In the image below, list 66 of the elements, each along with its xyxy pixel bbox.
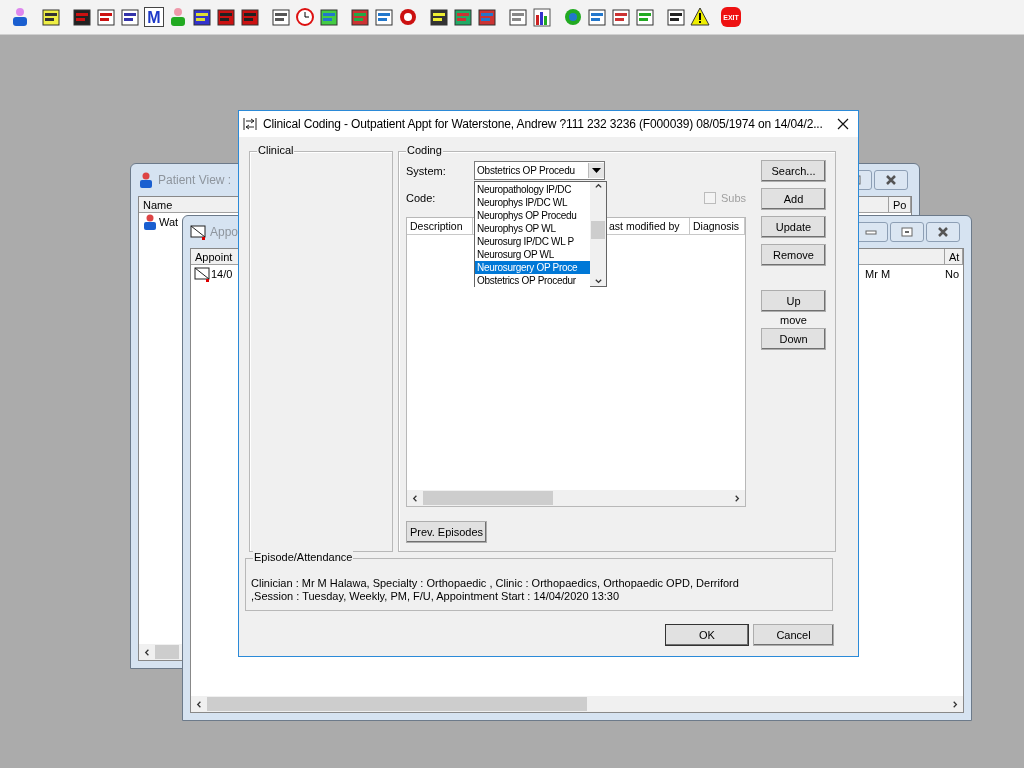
close-button[interactable] xyxy=(874,170,908,190)
group-label: Episode/Attendance xyxy=(253,551,354,563)
episode-details: Clinician : Mr M Halawa, Specialty : Orthopaedic , Clinic : Orthopaedics, Orthopaedic OPD, Derriford xyxy=(251,577,740,590)
checkbox-label: Subs xyxy=(720,192,746,205)
column-header[interactable]: ast modified by xyxy=(606,218,690,236)
dropdown-option[interactable]: Neurosurgery OP Proce xyxy=(475,261,590,274)
column-header[interactable]: Diagnosis xyxy=(690,218,745,236)
action-button[interactable]: Search... xyxy=(761,160,826,182)
restore-button[interactable] xyxy=(890,222,924,242)
close-icon xyxy=(937,227,949,237)
person-icon xyxy=(142,214,158,230)
table-cell-text: Mr M xyxy=(864,268,892,280)
column-header[interactable]: Description xyxy=(407,218,473,236)
action-button[interactable]: Add xyxy=(761,188,826,210)
prev-episodes-button[interactable]: Prev. Episodes xyxy=(406,521,487,543)
m-button[interactable]: M xyxy=(144,7,164,27)
group-label: Clinical xyxy=(257,144,295,156)
scroll-down-icon[interactable] xyxy=(593,277,603,286)
globe-icon[interactable] xyxy=(563,7,583,27)
disc-icon[interactable] xyxy=(398,7,418,27)
scroll-up-icon[interactable] xyxy=(593,182,603,191)
page-icon[interactable] xyxy=(508,7,528,27)
up-button[interactable]: Up xyxy=(761,290,826,312)
scroll-right-icon[interactable] xyxy=(732,493,742,503)
move-label: move xyxy=(779,314,808,326)
action-button[interactable]: Update xyxy=(761,216,826,238)
person-icon[interactable] xyxy=(10,7,30,27)
column-header[interactable]: At xyxy=(945,249,963,265)
clock-icon[interactable] xyxy=(295,7,315,27)
close-icon xyxy=(885,175,897,185)
person-icon xyxy=(138,172,154,188)
minimize-icon xyxy=(865,229,877,235)
close-icon[interactable] xyxy=(837,118,849,130)
table-cell-text: No xyxy=(945,268,961,280)
group-label: Coding xyxy=(406,144,443,156)
scrollbar-thumb[interactable] xyxy=(591,221,605,239)
window-title: Appo xyxy=(210,225,239,239)
scroll-left-icon[interactable] xyxy=(142,647,152,657)
table-cell: Wat xyxy=(159,216,179,228)
table-cell: 14/0 xyxy=(211,268,233,280)
document-icon[interactable] xyxy=(587,7,607,27)
document-icon[interactable] xyxy=(611,7,631,27)
scrollbar-thumb[interactable] xyxy=(155,645,179,659)
document-icon[interactable] xyxy=(374,7,394,27)
scrollbar-thumb[interactable] xyxy=(207,697,587,711)
episode-details: ,Session : Tuesday, Weekly, PM, F/U, Appointment Start : 14/04/2020 13:30 xyxy=(251,590,621,603)
cancel-button[interactable]: Cancel xyxy=(753,624,834,646)
down-button[interactable]: Down xyxy=(761,328,826,350)
document-icon[interactable] xyxy=(120,7,140,27)
scrollbar-thumb[interactable] xyxy=(423,491,553,505)
dropdown-option[interactable]: Obstetrics OP Procedur xyxy=(475,274,590,287)
action-button[interactable]: Remove xyxy=(761,244,826,266)
warning-icon[interactable] xyxy=(690,7,710,27)
caret-icon xyxy=(592,168,601,174)
bar-chart-icon[interactable] xyxy=(532,7,552,27)
column-header[interactable]: Po xyxy=(889,197,911,213)
dialog-title: Clinical Coding - Outpatient Appt for Waterstone, Andrew ?111 232 3236 (F000039) 08/05/1974 on 14/04/2... xyxy=(263,117,823,131)
system-label: System: xyxy=(406,164,447,177)
scroll-left-icon[interactable] xyxy=(194,699,204,709)
ok-button[interactable]: OK xyxy=(665,624,749,646)
scroll-right-icon[interactable] xyxy=(950,699,960,709)
scroll-left-icon[interactable] xyxy=(410,493,420,503)
window-title: Patient View : xyxy=(158,173,232,187)
code-label: Code: xyxy=(406,192,437,205)
system-dropdown[interactable]: Obstetrics OP Procedu xyxy=(474,161,605,181)
close-button[interactable] xyxy=(926,222,960,242)
